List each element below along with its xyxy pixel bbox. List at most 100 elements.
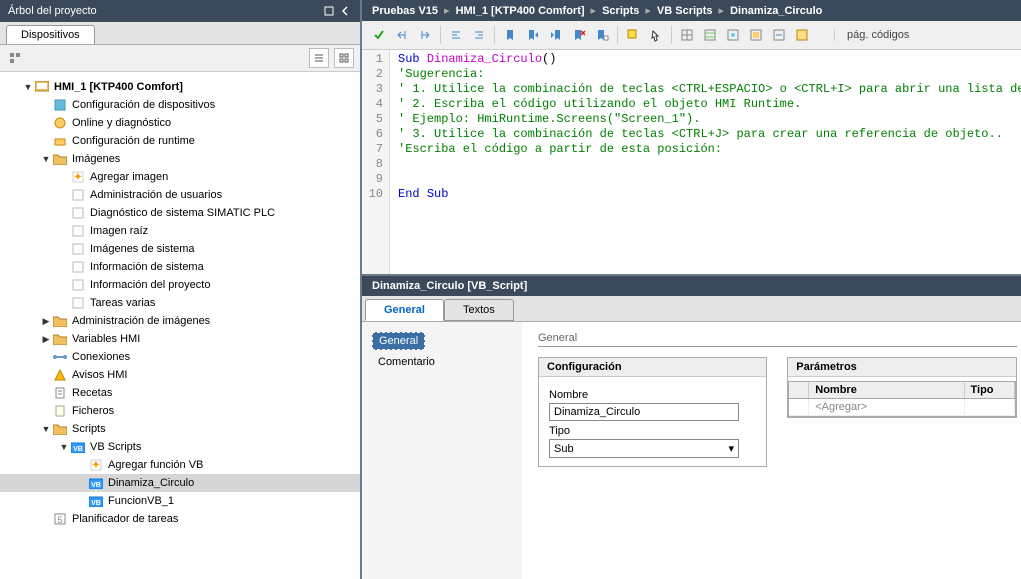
cursor-icon[interactable] bbox=[645, 25, 667, 45]
config-icon bbox=[52, 98, 68, 112]
name-input[interactable] bbox=[549, 403, 739, 421]
breadcrumb-item[interactable]: Pruebas V15 bbox=[372, 5, 438, 17]
caret-down-icon[interactable]: ▼ bbox=[58, 442, 70, 452]
device-icon bbox=[34, 80, 50, 94]
tree-scheduler[interactable]: 5Planificador de tareas bbox=[0, 510, 360, 528]
folder-icon bbox=[52, 152, 68, 166]
find-icon[interactable] bbox=[622, 25, 644, 45]
breadcrumb-item[interactable]: HMI_1 [KTP400 Comfort] bbox=[456, 5, 585, 17]
file-icon bbox=[52, 404, 68, 418]
table-row-add[interactable]: <Agregar> bbox=[789, 399, 1014, 416]
tree-tasks-misc[interactable]: Tareas varias bbox=[0, 294, 360, 312]
tree-funcionvb1[interactable]: VBFuncionVB_1 bbox=[0, 492, 360, 510]
tree-nav-icon[interactable] bbox=[6, 49, 24, 67]
screen-icon bbox=[70, 224, 86, 238]
add-row-cell: <Agregar> bbox=[809, 399, 964, 415]
tree-runtime-config[interactable]: Configuración de runtime bbox=[0, 132, 360, 150]
bookmark-next-icon[interactable] bbox=[545, 25, 567, 45]
name-label: Nombre bbox=[549, 389, 756, 401]
check-icon[interactable] bbox=[368, 25, 390, 45]
align-right-icon[interactable] bbox=[468, 25, 490, 45]
grid6-icon[interactable] bbox=[791, 25, 813, 45]
connection-icon bbox=[52, 350, 68, 364]
grid5-icon[interactable] bbox=[768, 25, 790, 45]
breadcrumb-item[interactable]: Scripts bbox=[602, 5, 639, 17]
col-nombre[interactable]: Nombre bbox=[809, 382, 964, 398]
tree-device-config[interactable]: Configuración de dispositivos bbox=[0, 96, 360, 114]
tree-image-admin[interactable]: ▶Administración de imágenes bbox=[0, 312, 360, 330]
bookmark-list-icon[interactable] bbox=[591, 25, 613, 45]
tree-project-info[interactable]: Información del proyecto bbox=[0, 276, 360, 294]
tree-root-image[interactable]: Imagen raíz bbox=[0, 222, 360, 240]
caret-down-icon[interactable]: ▼ bbox=[22, 82, 34, 92]
tree-online[interactable]: Online y diagnóstico bbox=[0, 114, 360, 132]
breadcrumb: Pruebas V15▸ HMI_1 [KTP400 Comfort]▸ Scr… bbox=[362, 0, 1021, 21]
tree-sys-images[interactable]: Imágenes de sistema bbox=[0, 240, 360, 258]
tree-panel-title: Árbol del proyecto bbox=[8, 5, 97, 17]
tree-add-vbfunc[interactable]: ✦Agregar función VB bbox=[0, 456, 360, 474]
tree-panel-header: Árbol del proyecto bbox=[0, 0, 360, 22]
tree-connections[interactable]: Conexiones bbox=[0, 348, 360, 366]
tree-hmi-root[interactable]: ▼HMI_1 [KTP400 Comfort] bbox=[0, 78, 360, 96]
grid3-icon[interactable] bbox=[722, 25, 744, 45]
tree-vbscripts[interactable]: ▼VBVB Scripts bbox=[0, 438, 360, 456]
tipo-label: Tipo bbox=[549, 425, 756, 437]
config-group-title: Configuración bbox=[539, 358, 766, 377]
tree-plc-diag[interactable]: Diagnóstico de sistema SIMATIC PLC bbox=[0, 204, 360, 222]
align-left-icon[interactable] bbox=[445, 25, 467, 45]
panel-pin-icon[interactable] bbox=[322, 4, 336, 18]
tab-general[interactable]: General bbox=[365, 299, 444, 321]
params-group-title: Parámetros bbox=[788, 358, 1015, 377]
screen-icon bbox=[70, 296, 86, 310]
runtime-icon bbox=[52, 134, 68, 148]
tree-view-grid-icon[interactable] bbox=[334, 48, 354, 68]
vbscript-icon: VB bbox=[88, 476, 104, 490]
chevron-down-icon: ▾ bbox=[728, 442, 734, 455]
indent-out-icon[interactable] bbox=[391, 25, 413, 45]
indent-in-icon[interactable] bbox=[414, 25, 436, 45]
tipo-value: Sub bbox=[554, 443, 574, 455]
col-tipo[interactable]: Tipo bbox=[965, 382, 1015, 398]
tree-hmi-alarms[interactable]: Avisos HMI bbox=[0, 366, 360, 384]
tree-sys-info[interactable]: Información de sistema bbox=[0, 258, 360, 276]
svg-text:✦: ✦ bbox=[92, 460, 100, 471]
tree-view-list-icon[interactable] bbox=[309, 48, 329, 68]
properties-tabs: General Textos bbox=[362, 296, 1021, 322]
scheduler-icon: 5 bbox=[52, 512, 68, 526]
screen-icon bbox=[70, 188, 86, 202]
project-tree: ▼HMI_1 [KTP400 Comfort] Configuración de… bbox=[0, 72, 360, 579]
alarm-icon bbox=[52, 368, 68, 382]
tree-add-image[interactable]: ✦Agregar imagen bbox=[0, 168, 360, 186]
folder-icon bbox=[52, 314, 68, 328]
grid2-icon[interactable] bbox=[699, 25, 721, 45]
caret-right-icon[interactable]: ▶ bbox=[40, 316, 52, 327]
breadcrumb-item: Dinamiza_Circulo bbox=[730, 5, 822, 17]
tree-dinamiza-circulo[interactable]: VBDinamiza_Circulo bbox=[0, 474, 360, 492]
bookmark-clear-icon[interactable] bbox=[568, 25, 590, 45]
caret-down-icon[interactable]: ▼ bbox=[40, 154, 52, 164]
caret-down-icon[interactable]: ▼ bbox=[40, 424, 52, 434]
tree-hmi-vars[interactable]: ▶Variables HMI bbox=[0, 330, 360, 348]
svg-text:VB: VB bbox=[91, 500, 101, 507]
tree-user-admin[interactable]: Administración de usuarios bbox=[0, 186, 360, 204]
line-gutter: 12345678910 bbox=[362, 50, 390, 274]
tab-textos[interactable]: Textos bbox=[444, 299, 514, 321]
bookmark-icon[interactable] bbox=[499, 25, 521, 45]
tree-recipes[interactable]: Recetas bbox=[0, 384, 360, 402]
grid1-icon[interactable] bbox=[676, 25, 698, 45]
params-group: Parámetros Nombre Tipo < bbox=[787, 357, 1016, 418]
bookmark-prev-icon[interactable] bbox=[522, 25, 544, 45]
breadcrumb-item[interactable]: VB Scripts bbox=[657, 5, 713, 17]
code-editor[interactable]: 12345678910 Sub Dinamiza_Circulo() 'Suge… bbox=[362, 50, 1021, 274]
tree-images[interactable]: ▼Imágenes bbox=[0, 150, 360, 168]
sidebar-item-comentario[interactable]: Comentario bbox=[372, 354, 512, 370]
panel-collapse-icon[interactable] bbox=[338, 4, 352, 18]
tipo-select[interactable]: Sub ▾ bbox=[549, 439, 739, 458]
sidebar-item-general[interactable]: General bbox=[372, 332, 425, 350]
tab-dispositivos[interactable]: Dispositivos bbox=[6, 25, 95, 44]
tree-files[interactable]: Ficheros bbox=[0, 402, 360, 420]
add-icon: ✦ bbox=[88, 458, 104, 472]
tree-scripts[interactable]: ▼Scripts bbox=[0, 420, 360, 438]
caret-right-icon[interactable]: ▶ bbox=[40, 334, 52, 345]
grid4-icon[interactable] bbox=[745, 25, 767, 45]
